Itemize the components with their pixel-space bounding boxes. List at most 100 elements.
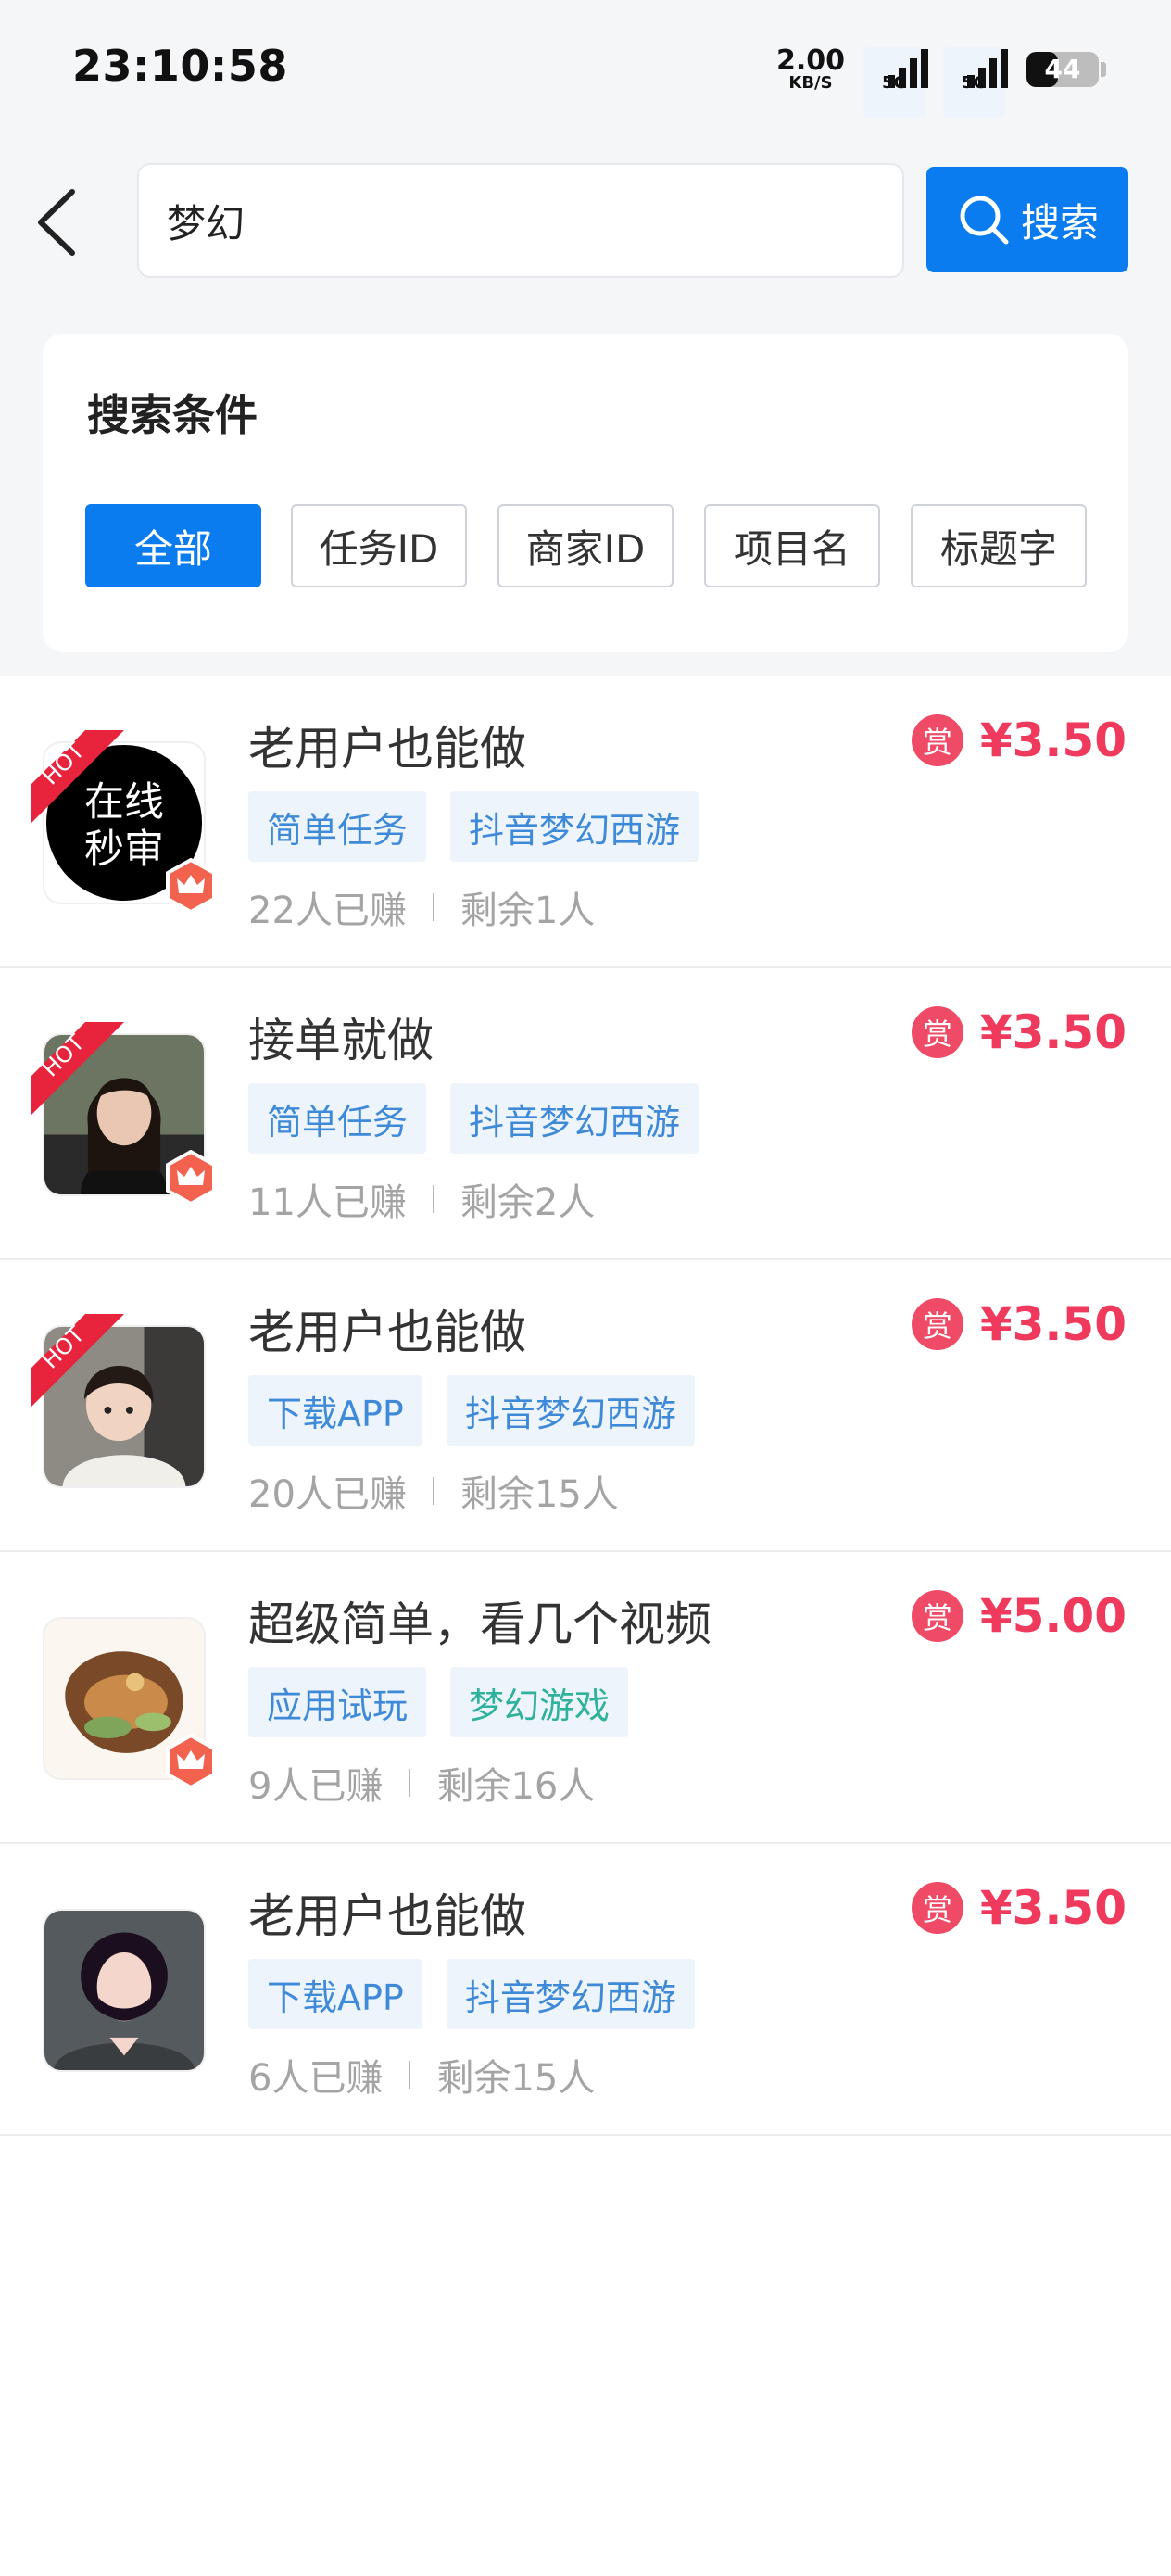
network-speed: 2.00 KB/S [776,47,845,92]
filter-chip-merchant-id[interactable]: 商家ID [497,504,674,587]
task-item[interactable]: 超级简单，看几个视频 应用试玩 梦幻游戏 9人已赚 剩余16人 赏 ¥5.00 [0,1552,1171,1844]
task-tag: 抖音梦幻西游 [446,1959,695,2029]
task-tags: 应用试玩 梦幻游戏 [248,1667,629,1737]
signal-icon: 5G [943,47,1010,118]
task-title: 接单就做 [248,1014,434,1067]
reward-icon: 赏 [911,1590,963,1642]
status-time: 23:10:58 [72,41,288,91]
search-box[interactable] [137,163,904,278]
filter-chip-all[interactable]: 全部 [85,504,261,587]
network-speed-value: 2.00 [775,44,845,77]
earned-count: 9人已赚 [248,1765,384,1808]
reward: 赏 ¥5.00 [911,1589,1127,1643]
reward-amount: ¥5.00 [979,1589,1127,1643]
battery-tip [1101,62,1106,77]
earned-count: 11人已赚 [248,1181,407,1224]
reward-icon: 赏 [911,1882,963,1934]
reward-amount: ¥3.50 [979,1881,1127,1935]
signal-icon: 5G [863,47,930,118]
task-tag: 应用试玩 [248,1667,427,1737]
task-item[interactable]: 在线 秒审 HOT 老用户也能做 简单任务 抖音梦幻西游 22人已赚 剩余1人 [0,676,1171,968]
task-tag: 简单任务 [248,791,427,862]
stats-divider [409,1769,411,1797]
task-list: 在线 秒审 HOT 老用户也能做 简单任务 抖音梦幻西游 22人已赚 剩余1人 [0,676,1171,2136]
reward-amount: ¥3.50 [979,1297,1127,1351]
avatar [43,1909,206,2072]
task-tag: 抖音梦幻西游 [446,1375,695,1446]
task-title: 超级简单，看几个视频 [248,1597,711,1651]
hot-ribbon-icon: HOT [31,730,124,823]
task-tags: 下载APP 抖音梦幻西游 [248,1375,695,1446]
battery-icon: 44 [1026,52,1099,87]
default-user-avatar-image [44,1911,204,2070]
remaining-count: 剩余15人 [460,1473,619,1516]
task-tag: 下载APP [248,1959,422,2029]
task-item[interactable]: HOT 接单就做 简单任务 抖音梦幻西游 11人已赚 剩余2人 赏 ¥3.50 [0,968,1171,1260]
filter-chip-task-id[interactable]: 任务ID [291,504,467,587]
filter-chip-project-name[interactable]: 项目名 [704,504,880,587]
task-tag: 梦幻游戏 [450,1667,629,1737]
task-stats: 22人已赚 剩余1人 [248,880,595,934]
remaining-count: 剩余15人 [436,2057,596,2100]
search-input[interactable] [167,197,902,244]
remaining-count: 剩余2人 [460,1181,596,1224]
network-speed-unit: KB/S [788,73,833,93]
task-stats: 11人已赚 剩余2人 [248,1172,595,1226]
reward-amount: ¥3.50 [979,1005,1127,1059]
reward-icon: 赏 [911,1298,963,1350]
crown-badge-icon [166,1734,216,1789]
chevron-left-icon [38,189,75,256]
reward: 赏 ¥3.50 [911,1297,1127,1351]
avatar-text-line-2: 秒审 [84,827,164,873]
task-title: 老用户也能做 [248,722,526,776]
reward-amount: ¥3.50 [979,713,1127,767]
remaining-count: 剩余16人 [436,1765,596,1808]
task-item[interactable]: HOT 老用户也能做 下载APP 抖音梦幻西游 20人已赚 剩余15人 赏 ¥3… [0,1260,1171,1552]
hot-ribbon-icon: HOT [31,1022,124,1115]
task-tag: 简单任务 [248,1083,427,1154]
reward-icon: 赏 [911,1006,963,1058]
task-tags: 简单任务 抖音梦幻西游 [248,1083,699,1154]
task-stats: 6人已赚 剩余15人 [248,2048,595,2102]
task-tag: 下载APP [248,1375,422,1446]
status-icons: 2.00 KB/S 5G 5G 44 [776,44,1106,118]
reward: 赏 ¥3.50 [911,1881,1127,1935]
task-title: 老用户也能做 [248,1889,526,1943]
task-tag: 抖音梦幻西游 [450,1083,699,1154]
task-tags: 下载APP 抖音梦幻西游 [248,1959,695,2029]
task-avatar: HOT [31,1022,216,1206]
search-button[interactable]: 搜索 [926,167,1128,272]
task-item[interactable]: 老用户也能做 下载APP 抖音梦幻西游 6人已赚 剩余15人 赏 ¥3.50 [0,1844,1171,2136]
task-avatar [43,1909,206,2072]
task-avatar: 在线 秒审 HOT [31,730,216,914]
task-title: 老用户也能做 [248,1306,526,1359]
filter-title: 搜索条件 [87,390,258,440]
task-stats: 20人已赚 剩余15人 [248,1464,619,1518]
status-bar: 23:10:58 2.00 KB/S 5G 5G 44 [0,0,1171,139]
search-button-label: 搜索 [1020,199,1099,246]
earned-count: 20人已赚 [248,1473,407,1516]
task-avatar: HOT [31,1314,206,1488]
reward-icon: 赏 [911,714,963,766]
remaining-count: 剩余1人 [460,890,596,932]
crown-badge-icon [166,1150,216,1206]
filter-card: 搜索条件 全部 任务ID 商家ID 项目名 标题字 [43,334,1128,652]
stats-divider [432,1185,434,1213]
earned-count: 6人已赚 [248,2057,384,2100]
stats-divider [432,1477,434,1505]
battery-level: 44 [1044,54,1081,84]
task-avatar [43,1617,216,1789]
hot-ribbon-icon: HOT [31,1314,124,1407]
search-icon [960,196,1009,245]
filter-chip-title-keyword[interactable]: 标题字 [911,504,1087,587]
earned-count: 22人已赚 [248,890,407,932]
back-button[interactable] [28,181,93,264]
task-stats: 9人已赚 剩余16人 [248,1756,595,1810]
stats-divider [409,2061,411,2089]
reward: 赏 ¥3.50 [911,1005,1127,1059]
reward: 赏 ¥3.50 [911,713,1127,767]
task-tag: 抖音梦幻西游 [450,791,699,862]
search-header: 搜索 [0,139,1171,311]
crown-badge-icon [166,858,216,914]
task-tags: 简单任务 抖音梦幻西游 [248,791,699,862]
